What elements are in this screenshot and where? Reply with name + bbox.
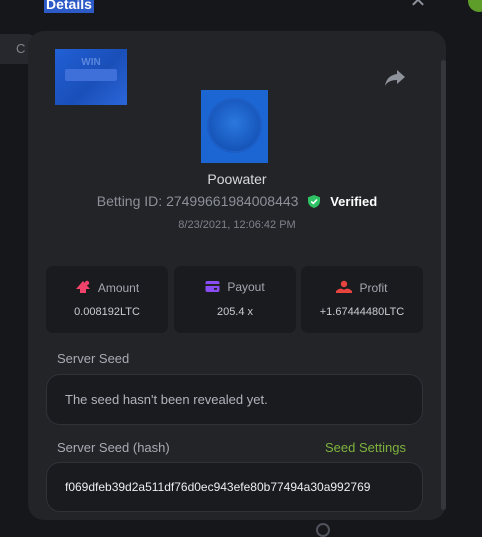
- amount-label: Amount: [97, 281, 140, 295]
- bet-details-panel: WIN Poowater Betting ID: 274996619840084…: [28, 31, 446, 520]
- background-icon: [316, 523, 330, 537]
- modal-title: Details: [44, 0, 94, 13]
- modal-scrollbar[interactable]: [441, 60, 446, 510]
- close-icon: ✕: [409, 0, 427, 12]
- share-icon: [385, 70, 405, 86]
- badge-ribbon: [65, 69, 117, 81]
- payout-header: Payout: [174, 280, 296, 294]
- betting-id-label: Betting ID:: [96, 193, 163, 209]
- profit-value: +1.67444480LTC: [319, 306, 405, 318]
- modal-header: Details ✕: [28, 0, 448, 30]
- verified-shield-icon: [308, 195, 321, 208]
- avatar-globe: [207, 98, 262, 153]
- betting-id-value: 27499661984008443: [166, 193, 299, 209]
- win-badge-image: WIN: [55, 49, 127, 105]
- server-seed-hash-label: Server Seed (hash): [57, 440, 170, 455]
- payout-value: 205.4 x: [216, 306, 254, 318]
- server-seed-hash-value[interactable]: f069dfeb39d2a511df76d0ec943efe80b77494a3…: [65, 480, 370, 494]
- username[interactable]: Poowater: [28, 171, 446, 187]
- server-seed-value: The seed hasn't been revealed yet.: [65, 392, 268, 407]
- background-tab-label: C: [16, 41, 26, 56]
- wallet-icon: [205, 281, 220, 292]
- profit-icon: [336, 280, 353, 293]
- betting-id-row: Betting ID: 27499661984008443 Verified: [28, 193, 446, 209]
- amount-value: 0.008192LTC: [74, 306, 140, 318]
- payout-label: Payout: [227, 280, 265, 294]
- profit-card: Profit +1.67444480LTC: [301, 266, 423, 333]
- profit-label: Profit: [359, 281, 388, 295]
- verified-label: Verified: [330, 194, 378, 209]
- server-seed-field: The seed hasn't been revealed yet.: [46, 374, 423, 425]
- close-button[interactable]: ✕: [409, 0, 427, 12]
- amount-card: Amount 0.008192LTC: [46, 266, 168, 333]
- payout-card: Payout 205.4 x: [174, 266, 296, 333]
- background-avatar-dot: [468, 0, 482, 12]
- amount-header: Amount: [46, 280, 168, 295]
- server-seed-hash-field[interactable]: f069dfeb39d2a511df76d0ec943efe80b77494a3…: [46, 462, 423, 512]
- bet-timestamp: 8/23/2021, 12:06:42 PM: [178, 219, 296, 231]
- user-avatar[interactable]: [201, 90, 268, 163]
- badge-text: WIN: [81, 57, 101, 68]
- seed-settings-link[interactable]: Seed Settings: [325, 440, 406, 455]
- profit-header: Profit: [301, 280, 423, 295]
- amount-icon: [75, 280, 90, 293]
- server-seed-label: Server Seed: [57, 351, 130, 366]
- share-button[interactable]: [384, 68, 406, 88]
